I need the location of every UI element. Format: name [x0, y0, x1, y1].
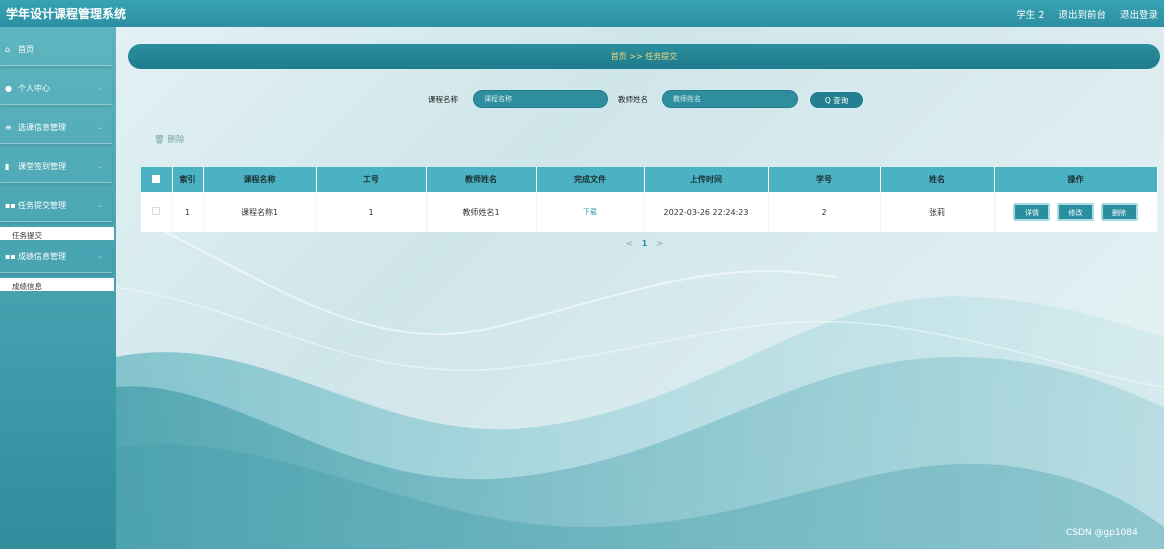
- bookmark-icon: ▮: [5, 162, 10, 171]
- chevron-down-icon: ⌄: [96, 253, 102, 260]
- column-header-staff-id: 工号: [316, 167, 427, 192]
- top-links: 学生 2 退出到前台 退出登录: [1016, 7, 1158, 21]
- top-bar: 学年设计课程管理系统 学生 2 退出到前台 退出登录: [0, 0, 1164, 27]
- breadcrumb: 首页 >> 任务提交: [128, 44, 1160, 69]
- cell-actions: 详情 修改 删除: [994, 192, 1158, 232]
- current-user-link[interactable]: 学生 2: [1016, 7, 1044, 21]
- task-table: 索引 课程名称 工号 教师姓名 完成文件 上传时间 学号 姓名 操作 1 课程名…: [141, 167, 1158, 232]
- course-name-label: 课程名称: [428, 95, 458, 104]
- column-header-course: 课程名称: [203, 167, 317, 192]
- delete-button[interactable]: 删除: [1100, 203, 1138, 221]
- sidebar-item-label: 选课信息管理: [18, 123, 66, 132]
- sidebar: ⌂ 首页 ● 个人中心 ⌄ ≡ 选课信息管理 ⌄ ▮ 课堂签到管理 ⌄ ▪▪ 任…: [0, 27, 116, 549]
- background-waves: [116, 226, 1164, 549]
- column-header-file: 完成文件: [536, 167, 645, 192]
- cell-index: 1: [172, 192, 204, 232]
- select-all-checkbox[interactable]: [152, 174, 161, 183]
- submenu-item-task-submission[interactable]: 任务提交: [0, 227, 114, 240]
- list-icon: ≡: [5, 123, 12, 132]
- column-header-teacher: 教师姓名: [426, 167, 537, 192]
- sidebar-item-label: 成绩信息管理: [18, 252, 66, 261]
- teacher-name-input[interactable]: 教师姓名: [662, 90, 798, 108]
- sidebar-item-grade-info[interactable]: ▪▪ 成绩信息管理 ⌄: [0, 241, 112, 273]
- table-row: 1 课程名称1 1 教师姓名1 下载 2022-03-26 22:24:23 2…: [141, 192, 1158, 232]
- chevron-down-icon: ⌄: [96, 85, 102, 92]
- sidebar-item-label: 个人中心: [18, 84, 50, 93]
- sidebar-item-label: 首页: [18, 45, 34, 54]
- row-select-cell[interactable]: [141, 192, 173, 232]
- sidebar-item-task-submission[interactable]: ▪▪ 任务提交管理 ⌄: [0, 190, 112, 222]
- column-header-student-id: 学号: [768, 167, 881, 192]
- logout-link[interactable]: 退出登录: [1120, 7, 1158, 21]
- trash-icon: 🗑: [154, 135, 165, 145]
- current-page[interactable]: 1: [642, 239, 648, 248]
- prev-page-button[interactable]: <: [626, 239, 633, 248]
- column-header-actions: 操作: [994, 167, 1158, 192]
- batch-delete-button[interactable]: 🗑 删除: [154, 133, 185, 145]
- app-title: 学年设计课程管理系统: [6, 7, 127, 21]
- cell-course: 课程名称1: [203, 192, 317, 232]
- grid-icon: ▪▪: [5, 252, 16, 261]
- sidebar-item-course-selection[interactable]: ≡ 选课信息管理 ⌄: [0, 112, 112, 144]
- sidebar-item-label: 任务提交管理: [18, 201, 66, 210]
- watermark: CSDN @gp1084: [1066, 528, 1138, 538]
- column-header-name: 姓名: [880, 167, 995, 192]
- batch-delete-label: 删除: [167, 135, 185, 145]
- table-header-row: 索引 课程名称 工号 教师姓名 完成文件 上传时间 学号 姓名 操作: [141, 167, 1158, 192]
- chevron-down-icon: ⌄: [96, 124, 102, 131]
- select-all-cell[interactable]: [141, 167, 173, 192]
- cell-staff-id: 1: [316, 192, 427, 232]
- detail-button[interactable]: 详情: [1013, 203, 1051, 221]
- sidebar-item-label: 课堂签到管理: [18, 162, 66, 171]
- submenu-item-grade-info[interactable]: 成绩信息: [0, 278, 114, 291]
- edit-button[interactable]: 修改: [1057, 203, 1094, 221]
- download-link[interactable]: 下载: [583, 208, 597, 216]
- chevron-down-icon: ⌄: [96, 163, 102, 170]
- cell-upload-time: 2022-03-26 22:24:23: [644, 192, 769, 232]
- teacher-name-label: 教师姓名: [618, 95, 648, 104]
- course-name-input[interactable]: 课程名称: [473, 90, 608, 108]
- row-checkbox[interactable]: [152, 207, 161, 215]
- home-icon: ⌂: [5, 45, 11, 54]
- column-header-upload-time: 上传时间: [644, 167, 769, 192]
- chevron-down-icon: ⌄: [96, 202, 102, 209]
- cell-teacher: 教师姓名1: [426, 192, 537, 232]
- query-button[interactable]: Q 查询: [808, 90, 865, 110]
- pagination: < 1 >: [626, 239, 663, 248]
- next-page-button[interactable]: >: [656, 239, 663, 248]
- cell-name: 张莉: [880, 192, 995, 232]
- sidebar-item-class-checkin[interactable]: ▮ 课堂签到管理 ⌄: [0, 151, 112, 183]
- cell-file: 下载: [536, 192, 645, 232]
- sidebar-item-home[interactable]: ⌂ 首页: [0, 34, 112, 66]
- cell-student-id: 2: [768, 192, 881, 232]
- grid-icon: ▪▪: [5, 201, 16, 210]
- back-to-front-link[interactable]: 退出到前台: [1058, 7, 1106, 21]
- sidebar-item-personal-center[interactable]: ● 个人中心 ⌄: [0, 73, 112, 105]
- column-header-index: 索引: [172, 167, 204, 192]
- user-icon: ●: [5, 84, 12, 93]
